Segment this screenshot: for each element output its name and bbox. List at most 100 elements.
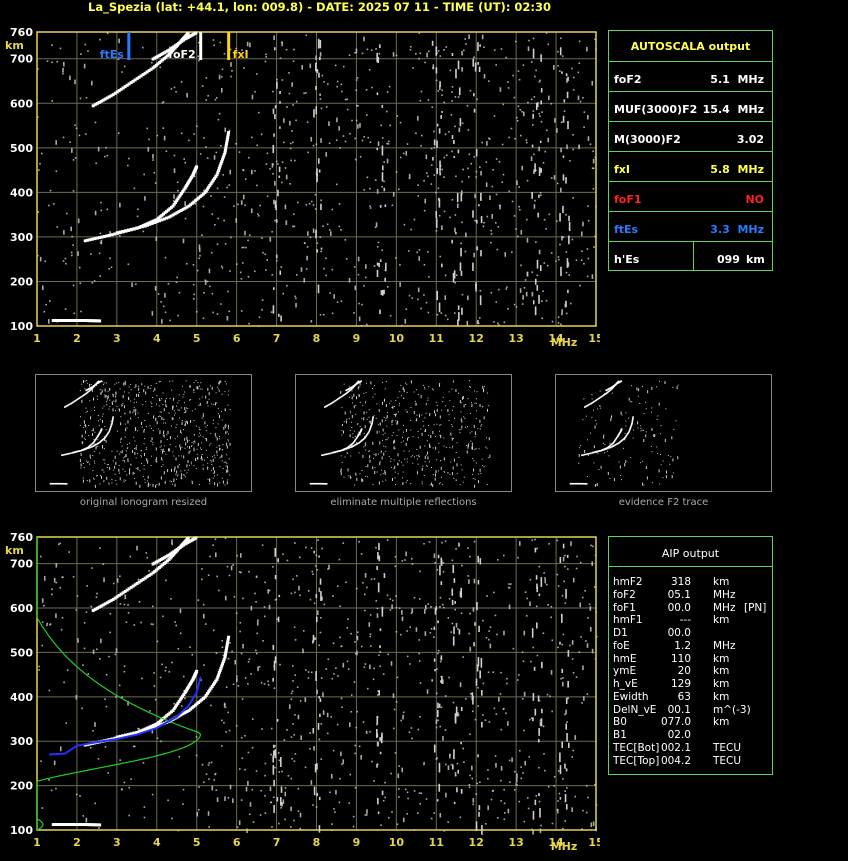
thumbnail-noise-dot: [603, 435, 605, 439]
noise-dot: [384, 781, 386, 784]
thumbnail-noise-dot: [609, 478, 611, 480]
thumbnail-noise-dot: [84, 424, 86, 426]
noise-dot: [310, 136, 313, 142]
noise-dot: [562, 778, 564, 780]
thumbnail-noise-dot: [366, 411, 368, 413]
noise-dot: [283, 118, 285, 123]
noise-dot: [519, 288, 522, 293]
noise-dot: [572, 134, 574, 136]
thumbnail-noise-dot: [631, 401, 633, 403]
thumbnail-noise-dot: [186, 420, 188, 422]
interference-streak: [457, 60, 460, 70]
thumbnail-noise-dot: [92, 455, 94, 457]
noise-dot: [277, 752, 280, 754]
noise-dot: [560, 313, 563, 316]
noise-dot: [404, 788, 407, 791]
x-tick-label: 11: [429, 836, 444, 849]
thumbnail-noise-dot: [368, 450, 370, 452]
interference-streak: [315, 616, 318, 623]
thumbnail-noise-dot: [393, 405, 395, 407]
noise-dot: [51, 100, 54, 102]
noise-dot: [487, 805, 489, 811]
noise-dot: [499, 693, 502, 695]
thumbnail-noise-dot: [194, 408, 196, 410]
noise-dot: [595, 205, 597, 208]
noise-dot: [292, 141, 294, 144]
noise-dot: [49, 300, 51, 302]
interference-streak: [316, 249, 318, 253]
thumbnail-noise-dot: [594, 483, 596, 487]
thumbnail-noise-dot: [631, 385, 633, 387]
noise-dot: [235, 724, 238, 727]
noise-dot: [104, 746, 107, 748]
noise-dot: [283, 141, 285, 144]
thumbnail-noise-dot: [189, 450, 191, 452]
thumbnail-noise-dot: [124, 470, 126, 472]
thumbnail-noise-dot: [586, 476, 588, 478]
noise-dot: [149, 710, 151, 712]
noise-dot: [399, 282, 401, 287]
thumbnail-noise-dot: [136, 445, 138, 447]
noise-dot: [482, 619, 484, 622]
noise-dot: [428, 50, 430, 53]
noise-dot: [510, 127, 513, 130]
thumbnail-noise-dot: [448, 391, 450, 393]
interference-streak: [379, 645, 381, 649]
thumbnail-noise-dot: [212, 423, 214, 425]
thumbnail-trace-echo: [332, 451, 335, 454]
noise-dot: [280, 41, 283, 44]
thumbnail-noise-dot: [108, 483, 110, 485]
noise-dot: [551, 320, 554, 323]
noise-dot: [443, 176, 445, 178]
noise-dot: [467, 176, 470, 178]
thumbnail-noise-dot: [134, 472, 136, 474]
thumbnail-noise-dot: [212, 468, 214, 470]
noise-dot: [92, 730, 94, 732]
noise-dot: [369, 664, 371, 670]
thumbnail-noise-dot: [79, 458, 81, 462]
noise-dot: [173, 86, 176, 89]
thumbnail-noise-dot: [121, 450, 123, 454]
noise-dot: [212, 39, 215, 41]
thumbnail-noise-dot: [173, 480, 175, 482]
noise-dot: [236, 554, 238, 557]
noise-dot: [439, 55, 442, 57]
noise-dot: [305, 204, 308, 206]
thumbnail-noise-dot: [222, 444, 224, 446]
noise-dot: [72, 159, 75, 161]
thumbnail-noise-dot: [387, 412, 389, 414]
noise-dot: [515, 777, 518, 783]
noise-dot: [491, 185, 494, 188]
interference-streak: [535, 575, 538, 580]
thumbnail-noise-dot: [463, 476, 465, 478]
thumbnail-noise-dot: [382, 381, 384, 383]
noise-dot: [48, 779, 50, 781]
thumbnail-noise-dot: [133, 402, 135, 404]
interference-streak: [559, 752, 561, 763]
noise-dot: [520, 134, 522, 137]
interference-streak: [379, 751, 382, 755]
thumbnail-noise-dot: [227, 440, 229, 442]
interference-streak: [384, 277, 386, 282]
thumbnail-noise-dot: [429, 444, 431, 448]
noise-dot: [408, 294, 411, 297]
thumbnail-noise-dot: [364, 402, 366, 404]
thumbnail-noise-dot: [669, 463, 671, 465]
thumbnail-noise-dot: [448, 414, 450, 416]
noise-dot: [363, 189, 366, 191]
thumbnail-noise-dot: [489, 454, 491, 458]
thumbnail-noise-dot: [479, 419, 481, 423]
thumbnail-noise-dot: [92, 477, 94, 479]
x-tick-label: 15: [588, 836, 600, 849]
noise-dot: [511, 251, 513, 254]
noise-dot: [545, 129, 548, 132]
thumbnail-noise-dot: [90, 384, 92, 386]
noise-dot: [118, 684, 121, 687]
noise-dot: [66, 212, 68, 215]
noise-dot: [441, 225, 443, 231]
noise-dot: [205, 773, 208, 775]
thumbnail-noise-dot: [441, 409, 443, 411]
noise-dot: [358, 302, 360, 305]
noise-dot: [583, 111, 586, 113]
noise-dot: [418, 652, 420, 655]
